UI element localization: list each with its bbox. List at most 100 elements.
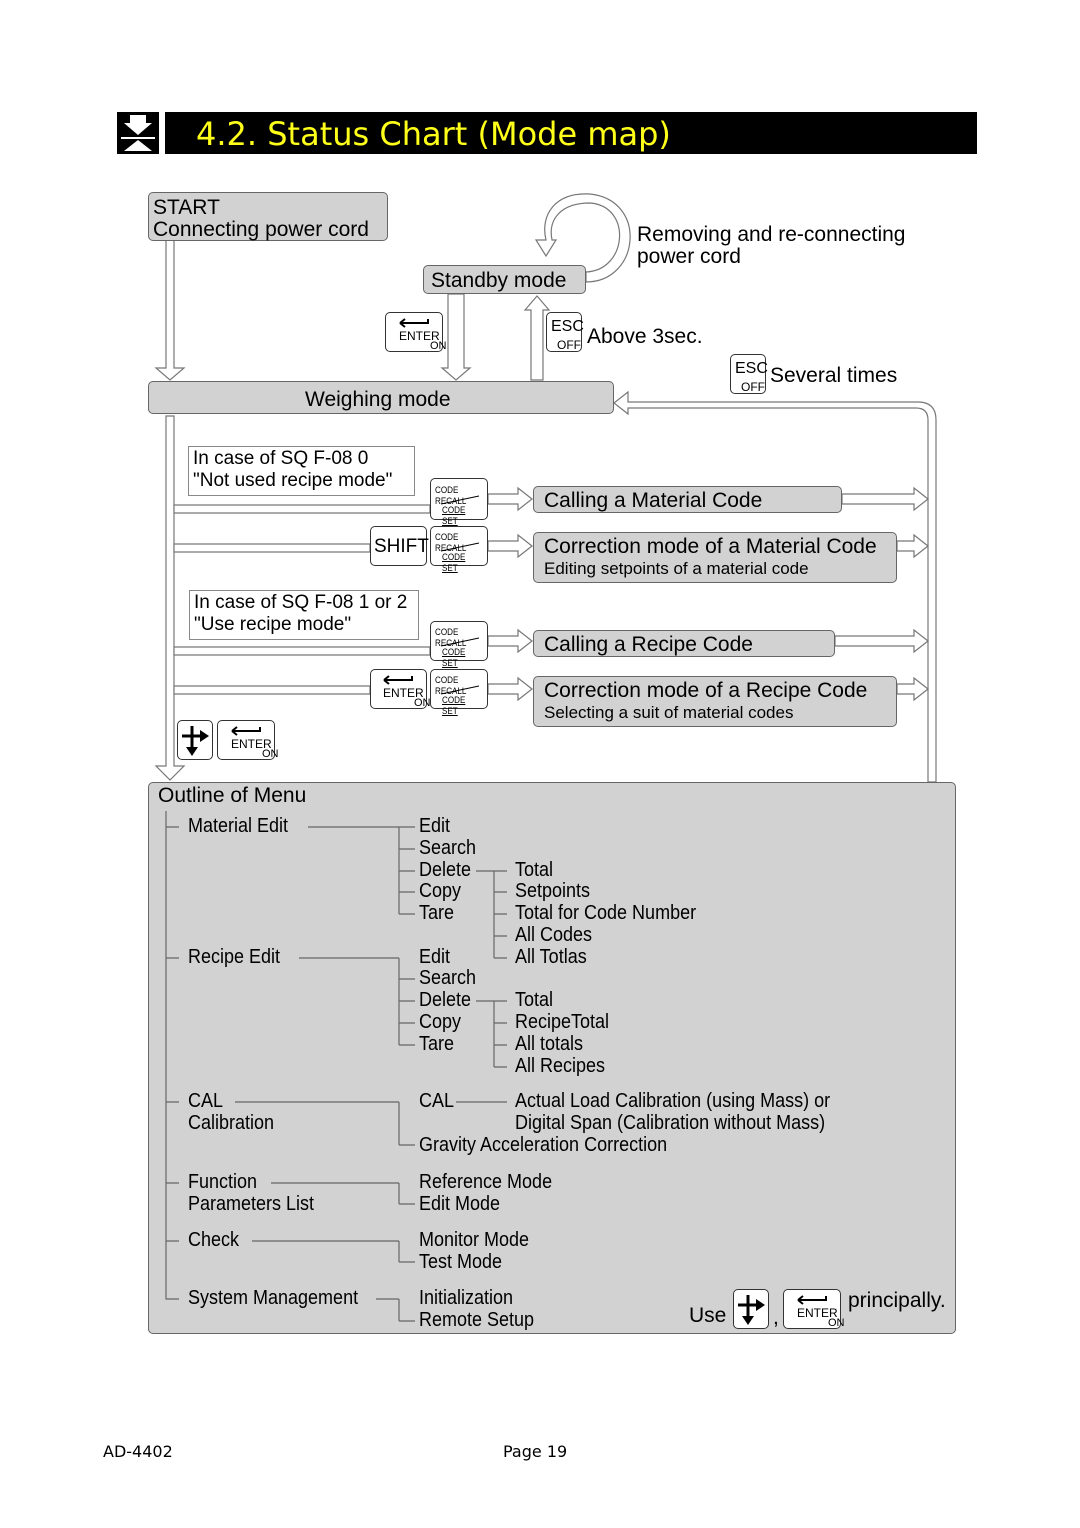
several-times-label: Several times <box>770 364 898 387</box>
standby-mode-label: Standby mode <box>431 269 567 292</box>
menu-item: Copy <box>419 1011 462 1033</box>
note-line: In case of SQ F-08 0 <box>193 448 369 469</box>
enter-key: ENTER ON <box>783 1289 845 1329</box>
note-line: "Not used recipe mode" <box>193 470 393 491</box>
shift-arrow-key <box>177 720 213 760</box>
note-line: "Use recipe mode" <box>194 614 352 635</box>
menu-item: Search <box>419 967 477 989</box>
menu-subitem: Total <box>515 989 554 1011</box>
esc-key: ESC OFF <box>546 312 584 352</box>
enter-arrow-icon <box>231 726 261 736</box>
reconnect-label-1: Removing and re-connecting <box>637 223 906 246</box>
correction-recipe-code-label: Correction mode of a Recipe Code <box>544 679 868 702</box>
menu-item: Edit <box>419 946 451 968</box>
reconnect-label-2: power cord <box>637 245 741 268</box>
menu-subitem: All Codes <box>515 924 593 946</box>
menu-function-sub: Parameters List <box>188 1193 315 1215</box>
shift-arrow-key <box>733 1289 769 1329</box>
weighing-mode-box: Weighing mode <box>148 381 614 414</box>
start-box: START Connecting power cord <box>148 192 388 241</box>
calling-material-code-label: Calling a Material Code <box>544 489 763 512</box>
code-set-label: CODE SET <box>442 647 466 669</box>
enter-key: ENTER ON <box>217 720 279 760</box>
menu-item: Reference Mode <box>419 1171 553 1193</box>
enter-arrow-icon <box>399 318 429 328</box>
on-key-label: ON <box>414 697 431 709</box>
enter-arrow-icon <box>797 1295 827 1305</box>
menu-item: Monitor Mode <box>419 1229 530 1251</box>
menu-item: Remote Setup <box>419 1309 535 1331</box>
on-key-label: ON <box>262 748 279 760</box>
note-use-recipe: In case of SQ F-08 1 or 2 "Use recipe mo… <box>189 590 419 640</box>
enter-key: ENTER ON <box>370 669 431 709</box>
start-label: START <box>153 196 220 219</box>
menu-subitem: Digital Span (Calibration without Mass) <box>515 1112 826 1134</box>
divider-slash <box>440 685 480 695</box>
menu-item: Gravity Acceleration Correction <box>419 1134 668 1156</box>
menu-cal: CAL <box>188 1090 224 1112</box>
footer-model: AD-4402 <box>103 1442 173 1461</box>
on-key-label: ON <box>430 340 447 352</box>
code-set-label: CODE SET <box>442 695 466 717</box>
esc-key-label: ESC <box>735 360 768 377</box>
menu-item: Tare <box>419 1033 455 1055</box>
correction-material-code-box: Correction mode of a Material Code Editi… <box>533 532 897 583</box>
menu-item: Initialization <box>419 1287 514 1309</box>
off-key-label: OFF <box>741 380 765 394</box>
weighing-mode-label: Weighing mode <box>305 388 451 411</box>
menu-subitem: Actual Load Calibration (using Mass) or <box>515 1090 831 1112</box>
menu-item: Edit <box>419 815 451 837</box>
menu-outline-panel: Outline of Menu Material Edit Edit Searc… <box>148 782 956 1334</box>
standby-mode-box: Standby mode <box>423 265 586 294</box>
footer-page-number: Page 19 <box>503 1442 568 1461</box>
menu-system-management: System Management <box>188 1287 359 1309</box>
calling-recipe-code-box: Calling a Recipe Code <box>533 630 835 657</box>
menu-item: Search <box>419 837 477 859</box>
divider-slash <box>440 495 480 505</box>
menu-item: Test Mode <box>419 1251 503 1273</box>
menu-check: Check <box>188 1229 240 1251</box>
right-down-arrow-icon <box>738 1295 765 1325</box>
menu-title: Outline of Menu <box>158 784 307 807</box>
calling-recipe-code-label: Calling a Recipe Code <box>544 633 753 656</box>
enter-key: ENTER ON <box>385 312 447 352</box>
on-key-label: ON <box>828 1317 845 1329</box>
divider-slash <box>440 542 480 552</box>
menu-subitem: All totals <box>515 1033 584 1055</box>
above-3sec-label: Above 3sec. <box>587 325 703 348</box>
code-recall-key: CODE RECALL CODE SET <box>430 526 488 574</box>
menu-recipe-edit: Recipe Edit <box>188 946 281 968</box>
calling-material-code-box: Calling a Material Code <box>533 486 842 513</box>
code-recall-key: CODE RECALL CODE SET <box>430 478 488 527</box>
menu-subitem: Total for Code Number <box>515 902 697 924</box>
menu-subitem: All Recipes <box>515 1055 606 1077</box>
menu-material-edit: Material Edit <box>188 815 289 837</box>
esc-key-several: ESC OFF <box>730 354 768 394</box>
start-sub-label: Connecting power cord <box>153 218 369 241</box>
correction-material-code-label: Correction mode of a Material Code <box>544 535 877 558</box>
menu-item: CAL <box>419 1090 455 1112</box>
menu-subitem: RecipeTotal <box>515 1011 610 1033</box>
off-key-label: OFF <box>557 338 581 352</box>
menu-subitem: Total <box>515 859 554 881</box>
menu-function: Function <box>188 1171 258 1193</box>
divider-slash <box>440 637 480 647</box>
shift-key-label: SHIFT <box>374 536 429 557</box>
principally-label: principally. <box>848 1289 946 1312</box>
enter-arrow-icon <box>383 675 413 685</box>
code-recall-key: CODE RECALL CODE SET <box>430 621 488 669</box>
menu-item: Delete <box>419 989 472 1011</box>
menu-subitem: All Totlas <box>515 946 587 968</box>
shift-key: SHIFT <box>370 526 429 566</box>
menu-item: Copy <box>419 880 462 902</box>
menu-item: Delete <box>419 859 472 881</box>
correction-recipe-code-sub: Selecting a suit of material codes <box>544 703 794 722</box>
code-set-label: CODE SET <box>442 505 466 527</box>
correction-material-code-sub: Editing setpoints of a material code <box>544 559 809 578</box>
code-set-label: CODE SET <box>442 552 466 574</box>
comma-label: , <box>773 1306 779 1329</box>
code-recall-key: CODE RECALL CODE SET <box>430 669 488 717</box>
note-line: In case of SQ F-08 1 or 2 <box>194 592 408 613</box>
right-down-arrow-icon <box>182 726 209 756</box>
use-label: Use <box>689 1304 727 1327</box>
